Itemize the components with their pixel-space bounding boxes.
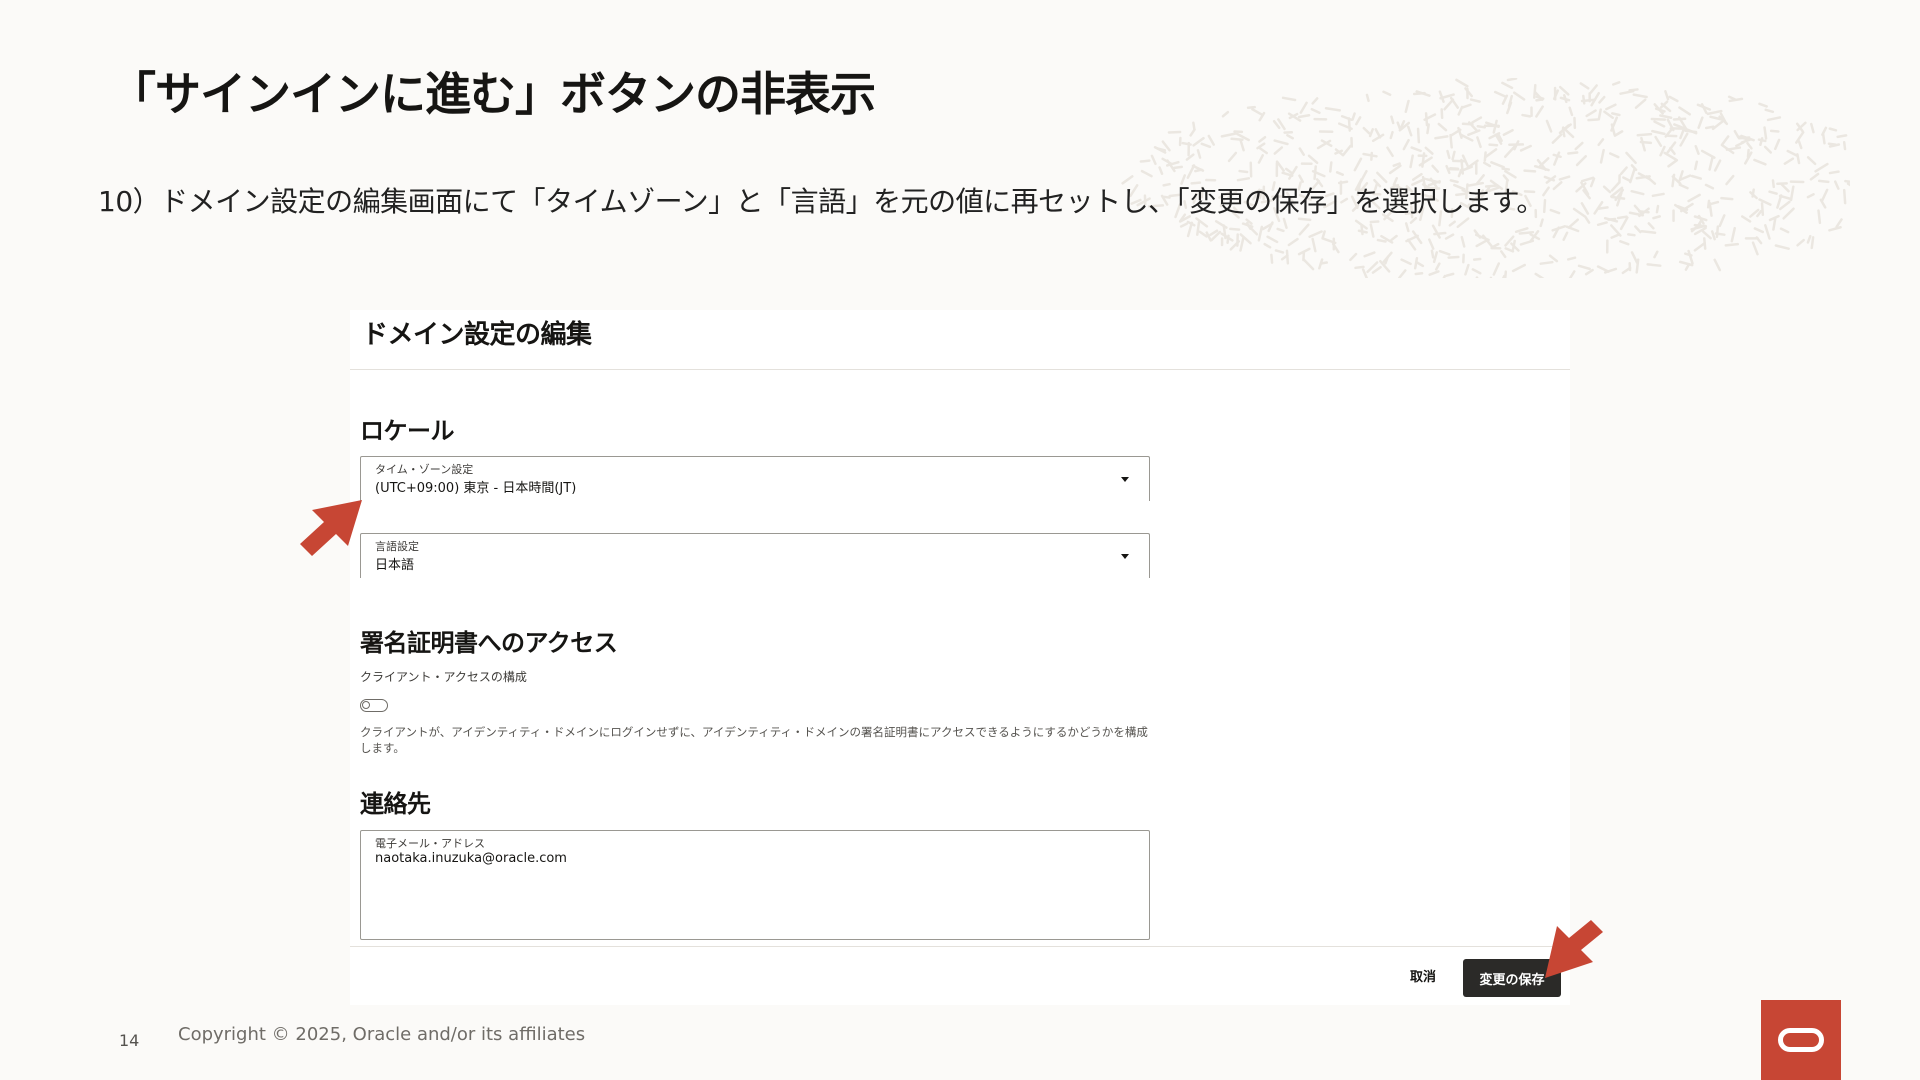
- language-value: 日本語: [375, 558, 415, 573]
- cancel-button[interactable]: 取消: [1400, 959, 1446, 997]
- chevron-down-icon[interactable]: [1121, 477, 1129, 482]
- page-number: 14: [119, 1031, 140, 1050]
- email-label: 電子メール・アドレス: [375, 837, 485, 850]
- language-select[interactable]: 言語設定 日本語: [360, 533, 1150, 578]
- locale-heading: ロケール: [360, 417, 455, 445]
- timezone-value: (UTC+09:00) 東京 - 日本時間(JT): [375, 481, 577, 496]
- client-access-toggle[interactable]: [360, 699, 388, 712]
- red-arrow-icon: [300, 500, 362, 556]
- oracle-logo-icon: [1778, 1028, 1824, 1052]
- copyright: Copyright © 2025, Oracle and/or its affi…: [178, 1024, 586, 1045]
- language-label: 言語設定: [375, 540, 419, 553]
- cert-access-heading: 署名証明書へのアクセス: [360, 629, 618, 657]
- email-field[interactable]: 電子メール・アドレス naotaka.inuzuka@oracle.com: [360, 830, 1150, 940]
- toggle-knob: [362, 701, 370, 709]
- edit-domain-settings-panel: ドメイン設定の編集 ロケール タイム・ゾーン設定 (UTC+09:00) 東京 …: [350, 310, 1570, 1005]
- slide-title: 「サインインに進む」ボタンの非表示: [110, 67, 876, 121]
- red-arrow-icon: [1545, 920, 1603, 978]
- email-value: naotaka.inuzuka@oracle.com: [375, 851, 567, 866]
- timezone-select[interactable]: タイム・ゾーン設定 (UTC+09:00) 東京 - 日本時間(JT): [360, 456, 1150, 501]
- step-instruction: 10）ドメイン設定の編集画面にて「タイムゾーン」と「言語」を元の値に再セットし、…: [98, 185, 1544, 218]
- decorative-pattern: [1121, 78, 1850, 278]
- oracle-logo: [1761, 1000, 1841, 1080]
- panel-header: ドメイン設定の編集: [350, 310, 1570, 370]
- timezone-label: タイム・ゾーン設定: [375, 463, 474, 476]
- panel-title: ドメイン設定の編集: [362, 320, 592, 350]
- client-access-label: クライアント・アクセスの構成: [360, 670, 527, 684]
- panel-footer: 取消 変更の保存: [350, 946, 1570, 1005]
- client-access-help-text: クライアントが、アイデンティティ・ドメインにログインせずに、アイデンティティ・ド…: [360, 725, 1148, 755]
- chevron-down-icon[interactable]: [1121, 554, 1129, 559]
- contact-heading: 連絡先: [360, 790, 431, 818]
